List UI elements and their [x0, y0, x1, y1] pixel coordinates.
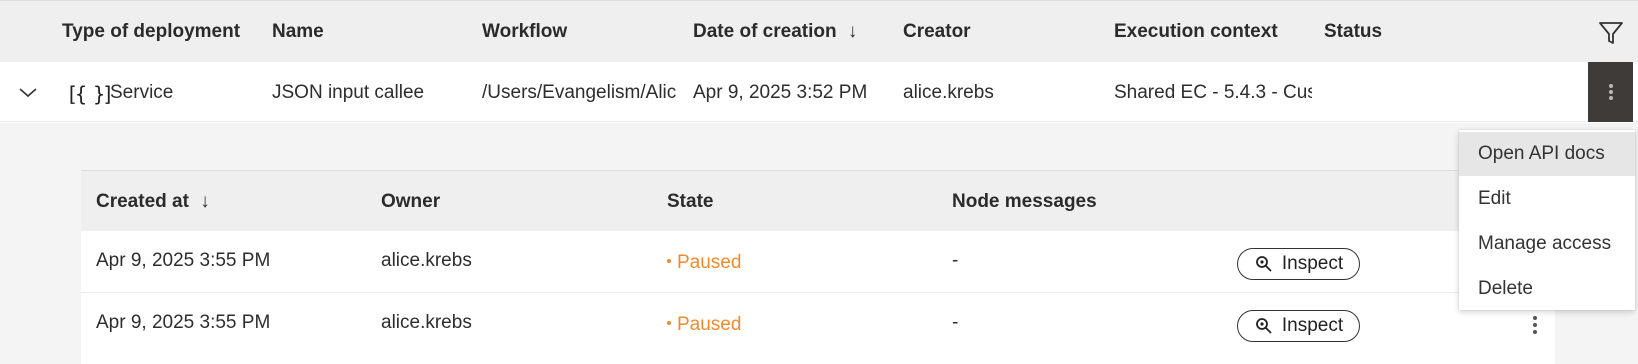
menu-item-open-api-docs[interactable]: Open API docs — [1459, 132, 1635, 176]
column-date-of-creation-label: Date of creation — [693, 21, 837, 42]
column-owner[interactable]: Owner — [381, 191, 440, 213]
table-row-deployment[interactable]: Service JSON input callee /Users/Evangel… — [0, 62, 1638, 122]
sort-arrow-icon: ↓ — [200, 191, 210, 212]
job-owner: alice.krebs — [381, 312, 472, 333]
menu-item-edit[interactable]: Edit — [1459, 177, 1635, 221]
deployment-workflow: /Users/Evangelism/Alic — [482, 82, 677, 103]
deployment-type: Service — [110, 82, 174, 103]
table-header: Type of deployment Name Workflow Date of… — [0, 0, 1638, 62]
inspect-button[interactable]: Inspect — [1237, 310, 1360, 342]
context-menu: Open API docs Edit Manage access Delete — [1459, 130, 1635, 310]
job-node-messages: - — [952, 250, 959, 271]
menu-item-manage-access[interactable]: Manage access — [1459, 222, 1635, 266]
job-created-at: Apr 9, 2025 3:55 PM — [96, 312, 271, 333]
inspect-button[interactable]: Inspect — [1237, 248, 1360, 280]
column-execution-context[interactable]: Execution context — [1114, 21, 1278, 43]
row-actions-button[interactable] — [1588, 62, 1633, 122]
inspect-icon — [1255, 318, 1272, 334]
status-badge: Paused — [667, 314, 741, 336]
column-workflow[interactable]: Workflow — [482, 21, 567, 43]
deployment-name: JSON input callee — [272, 82, 425, 103]
jobs-table-header — [81, 171, 1555, 231]
job-node-messages: - — [952, 312, 959, 333]
deployment-execution-context: Shared EC - 5.4.3 - Cust — [1114, 82, 1312, 103]
job-state: Paused — [677, 314, 742, 335]
column-date-of-creation[interactable]: Date of creation ↓ — [693, 21, 857, 43]
column-creator[interactable]: Creator — [903, 21, 971, 43]
job-created-at: Apr 9, 2025 3:55 PM — [96, 250, 271, 271]
chevron-down-icon[interactable] — [16, 80, 40, 104]
column-state[interactable]: State — [667, 191, 713, 213]
service-icon: [{ }] — [66, 82, 114, 106]
column-type-of-deployment[interactable]: Type of deployment — [62, 21, 240, 43]
column-node-messages[interactable]: Node messages — [952, 191, 1097, 213]
column-status[interactable]: Status — [1324, 21, 1382, 43]
status-badge: Paused — [667, 252, 741, 274]
column-created-at[interactable]: Created at ↓ — [96, 191, 210, 213]
job-owner: alice.krebs — [381, 250, 472, 271]
sort-arrow-icon: ↓ — [847, 21, 858, 42]
menu-item-delete[interactable]: Delete — [1459, 267, 1635, 311]
row-divider — [81, 292, 1555, 293]
column-created-at-label: Created at — [96, 191, 189, 212]
deployment-date: Apr 9, 2025 3:52 PM — [693, 82, 868, 103]
kebab-icon — [1608, 82, 1613, 102]
filter-icon[interactable] — [1597, 19, 1625, 47]
column-name[interactable]: Name — [272, 21, 324, 43]
inspect-icon — [1255, 256, 1272, 272]
job-state: Paused — [677, 252, 742, 273]
inspect-label: Inspect — [1281, 315, 1344, 336]
kebab-icon[interactable] — [1529, 314, 1541, 336]
inspect-label: Inspect — [1281, 253, 1344, 274]
deployment-creator: alice.krebs — [903, 82, 994, 103]
